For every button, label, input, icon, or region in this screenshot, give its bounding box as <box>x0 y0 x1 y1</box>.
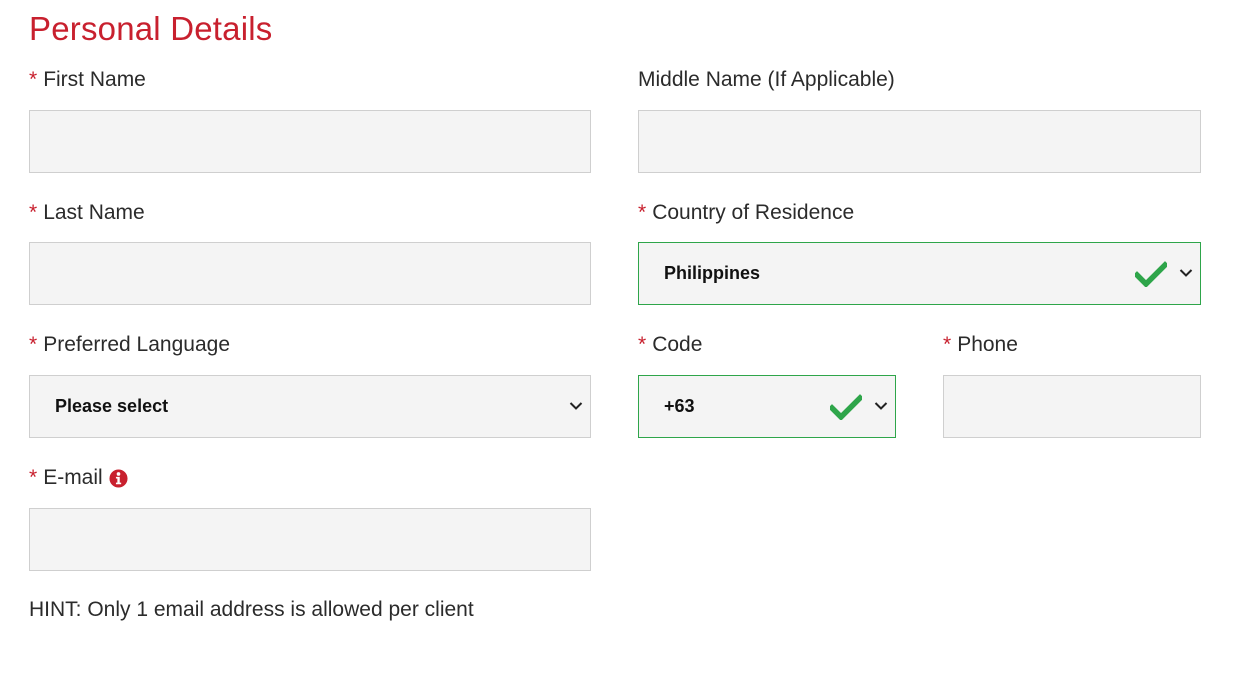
code-label-text: Code <box>652 333 703 356</box>
phone-label: * Phone <box>943 332 1018 358</box>
language-select[interactable]: Please select <box>29 375 591 438</box>
email-hint: HINT: Only 1 email address is allowed pe… <box>29 598 474 621</box>
first-name-label: * First Name <box>29 67 146 93</box>
country-label-text: Country of Residence <box>652 201 855 224</box>
phone-input[interactable] <box>943 375 1201 438</box>
last-name-input[interactable] <box>29 242 591 305</box>
language-label-text: Preferred Language <box>43 333 230 356</box>
required-marker: * <box>29 466 38 489</box>
page-title: Personal Details <box>29 10 273 47</box>
country-label: * Country of Residence <box>638 200 854 226</box>
last-name-label: * Last Name <box>29 200 145 226</box>
first-name-input[interactable] <box>29 110 591 173</box>
middle-name-label: Middle Name (If Applicable) <box>638 67 895 93</box>
required-marker: * <box>29 201 38 224</box>
email-label-text: E-mail <box>43 466 103 489</box>
email-label: * E-mail <box>29 465 128 491</box>
country-select[interactable]: Philippines <box>638 242 1201 305</box>
first-name-label-text: First Name <box>43 68 146 91</box>
code-select[interactable]: +63 <box>638 375 896 438</box>
phone-label-text: Phone <box>957 333 1018 356</box>
language-selected-value: Please select <box>55 396 169 416</box>
email-input[interactable] <box>29 508 591 571</box>
country-selected-value: Philippines <box>664 263 761 283</box>
middle-name-label-text: Middle Name (If Applicable) <box>638 68 895 91</box>
chevron-down-icon <box>1179 269 1193 277</box>
required-marker: * <box>29 333 38 356</box>
required-marker: * <box>29 68 38 91</box>
personal-details-form: Personal Details * First Name Middle Nam… <box>0 0 1240 676</box>
info-icon[interactable] <box>109 468 128 488</box>
required-marker: * <box>638 333 647 356</box>
required-marker: * <box>638 201 647 224</box>
language-label: * Preferred Language <box>29 332 230 358</box>
code-label: * Code <box>638 332 702 358</box>
last-name-label-text: Last Name <box>43 201 145 224</box>
code-selected-value: +63 <box>664 396 695 416</box>
checkmark-icon <box>830 394 862 420</box>
checkmark-icon <box>1135 261 1167 287</box>
chevron-down-icon <box>569 402 583 410</box>
middle-name-input[interactable] <box>638 110 1201 173</box>
chevron-down-icon <box>874 402 888 410</box>
required-marker: * <box>943 333 952 356</box>
